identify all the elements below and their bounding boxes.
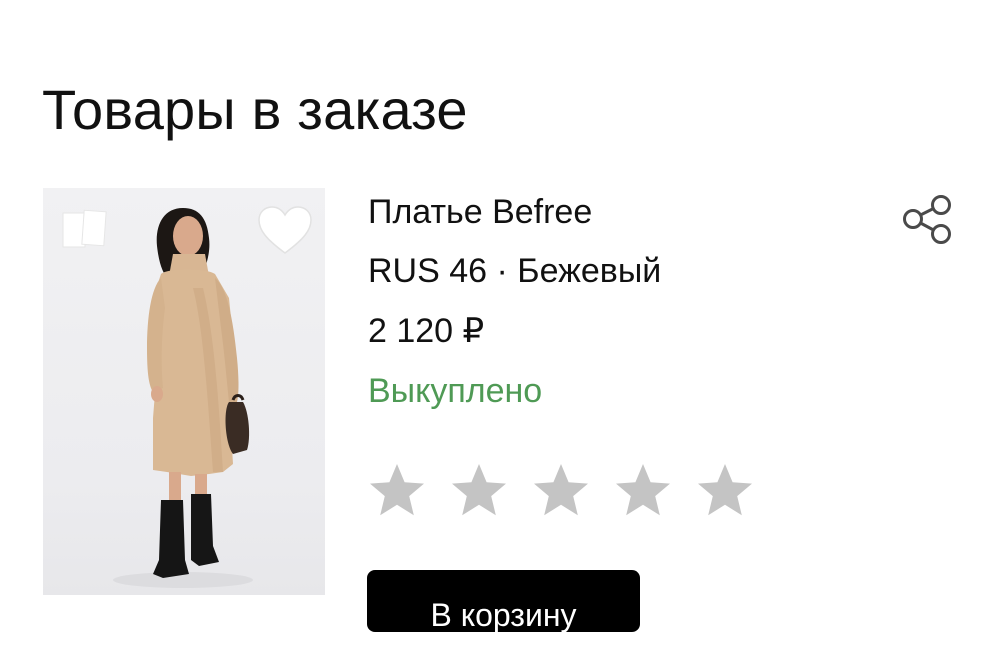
rating-stars xyxy=(368,460,778,520)
compare-icon[interactable] xyxy=(60,207,110,253)
star-5[interactable] xyxy=(696,460,778,520)
product-variant: RUS 46 · Бежевый xyxy=(368,252,662,290)
star-icon xyxy=(370,464,424,516)
star-2[interactable] xyxy=(450,460,532,520)
star-4[interactable] xyxy=(614,460,696,520)
product-price: 2 120 ₽ xyxy=(368,312,485,350)
star-3[interactable] xyxy=(532,460,614,520)
star-icon xyxy=(452,464,506,516)
star-1[interactable] xyxy=(368,460,450,520)
star-icon xyxy=(616,464,670,516)
star-icon xyxy=(698,464,752,516)
product-name[interactable]: Платье Befree xyxy=(368,190,592,234)
star-icon xyxy=(534,464,588,516)
add-to-cart-label: В корзину xyxy=(430,597,577,632)
share-icon[interactable] xyxy=(900,193,954,247)
add-to-cart-button[interactable]: В корзину xyxy=(367,570,640,632)
section-title: Товары в заказе xyxy=(42,78,468,141)
status-badge: Выкуплено xyxy=(368,372,543,410)
heart-icon[interactable] xyxy=(256,205,314,257)
order-items-page: Товары в заказе Платье Befree RUS 46 · Б… xyxy=(0,0,1000,657)
